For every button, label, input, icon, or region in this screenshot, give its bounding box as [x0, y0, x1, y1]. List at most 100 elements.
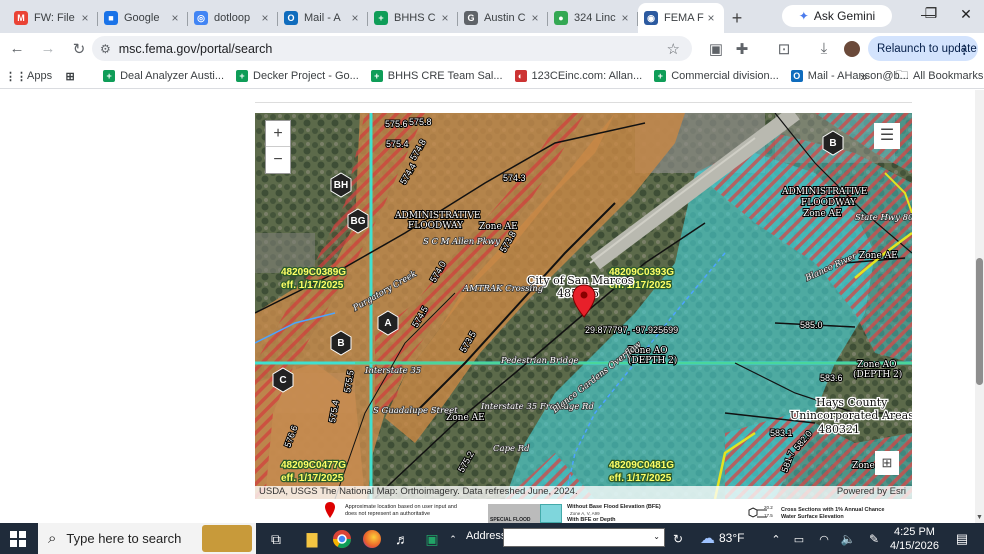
county-number: 480321 [818, 423, 860, 436]
google-sheets-icon: + [374, 11, 388, 25]
bookmark-2[interactable]: + Deal Analyzer Austi... [97, 70, 230, 82]
volume-icon[interactable]: 🔈 [836, 527, 860, 551]
bookmarks-overflow-icon[interactable]: » [860, 69, 867, 84]
floodway-label-east: FLOODWAY [801, 198, 857, 208]
bfe-label: 585.0 [800, 320, 823, 330]
address-go-icon[interactable]: ↻ [666, 527, 690, 551]
scrollbar-thumb[interactable] [976, 258, 983, 385]
page-scrollbar[interactable]: ▼ [975, 90, 984, 523]
address-toolbar-label: Address [466, 530, 507, 542]
zoom-out-button[interactable]: − [266, 147, 290, 173]
tab-title: Austin C [484, 12, 526, 24]
tab-4[interactable]: + BHHS C × [368, 3, 458, 33]
profile-avatar[interactable] [840, 37, 864, 61]
excel-icon[interactable]: ▣ [420, 527, 444, 551]
app-icon[interactable]: ♬ [390, 527, 414, 551]
scroll-down-icon[interactable]: ▼ [976, 514, 983, 521]
close-tab-icon[interactable]: × [528, 11, 542, 25]
show-hidden-icons[interactable]: ⌃ [764, 527, 788, 551]
bfe-label: 575.8 [409, 117, 432, 127]
admin-floodway-label-east: ADMINISTRATIVE [781, 187, 868, 197]
panel-eff-0481g: eff. 1/17/2025 [609, 473, 672, 484]
road-label-amtrak: AMTRAK Crossing [462, 284, 544, 294]
bookmark-1[interactable]: ⊞ [58, 70, 87, 83]
bookmark-4[interactable]: + BHHS CRE Team Sal... [365, 70, 509, 82]
more-menu-icon[interactable]: ⋮ [959, 42, 971, 56]
url-text: msc.fema.gov/portal/search [118, 41, 273, 56]
tab-5[interactable]: G Austin C × [458, 3, 548, 33]
tab-0[interactable]: M FW: File × [8, 3, 98, 33]
ask-gemini-button[interactable]: ✦ Ask Gemini [782, 5, 892, 27]
back-button[interactable]: ← [5, 37, 29, 61]
notification-icon[interactable]: ▤ [950, 527, 974, 551]
relaunch-button[interactable]: Relaunch to update ⋮ [868, 36, 978, 61]
taskbar-clock[interactable]: 4:25 PM 4/15/2026 [890, 525, 939, 553]
close-tab-icon[interactable]: × [348, 11, 362, 25]
weather-widget[interactable]: ☁ 83°F [700, 529, 744, 547]
forward-button[interactable]: → [36, 37, 60, 61]
bookmark-star-icon[interactable]: ☆ [667, 40, 680, 58]
tab-7[interactable]: ◉ FEMA Fl × [638, 3, 724, 33]
address-bar[interactable]: ⚙ msc.fema.gov/portal/search ☆ [92, 36, 692, 61]
close-window-button[interactable]: ✕ [946, 6, 984, 26]
file-explorer-icon[interactable]: ▇ [300, 527, 324, 551]
bookmark-6[interactable]: + Commercial division... [648, 70, 785, 82]
all-bookmarks-label: All Bookmarks [913, 70, 984, 82]
tab-3[interactable]: O Mail - A × [278, 3, 368, 33]
close-tab-icon[interactable]: × [438, 11, 452, 25]
zone-ae-label-far-east: Zone AE [859, 251, 898, 261]
zoom-in-button[interactable]: + [266, 121, 290, 147]
tab-1[interactable]: ■ Google × [98, 3, 188, 33]
close-tab-icon[interactable]: × [258, 11, 272, 25]
new-tab-button[interactable]: + [724, 3, 750, 33]
cast-icon[interactable]: ▣ [704, 37, 728, 61]
legend-zone-a-text: Zone A, V, A99 [570, 511, 600, 516]
powered-by-esri[interactable]: Powered by Esri [837, 486, 912, 499]
pin-legend-icon [325, 502, 335, 518]
taskbar-search-box[interactable]: ⌕ Type here to search [38, 523, 256, 554]
bookmark-5[interactable]: ◐ 123CEinc.com: Allan... [509, 70, 649, 82]
temperature-text: 83°F [719, 531, 745, 545]
tab-title: Mail - A [304, 12, 341, 24]
bfe-label: 575.4 [386, 139, 409, 149]
basemap-gallery-icon[interactable]: ⊞ [875, 451, 899, 475]
ce-icon: ◐ [514, 70, 527, 82]
close-tab-icon[interactable]: × [168, 11, 182, 25]
battery-icon[interactable]: ▭ [787, 527, 811, 551]
weather-icon: ☁ [700, 530, 715, 547]
extensions-icon[interactable]: ✚ [730, 37, 754, 61]
layer-list-icon[interactable]: ☰ [874, 123, 900, 149]
close-tab-icon[interactable]: × [618, 11, 632, 25]
bookmark-0[interactable]: ⋮⋮ Apps [4, 70, 58, 83]
taskbar-search-placeholder: Type here to search [66, 531, 182, 546]
address-dropdown-icon[interactable]: ⌄ [653, 532, 660, 541]
tab-6[interactable]: ● 324 Linc × [548, 3, 638, 33]
zone-ao-depth-east: (DEPTH 2) [853, 369, 902, 380]
task-view-icon[interactable]: ⧉ [264, 527, 288, 551]
firefox-icon[interactable] [360, 527, 384, 551]
address-toolbar-input[interactable]: ⌄ [503, 528, 665, 547]
windows-start-icon[interactable] [6, 527, 30, 551]
site-info-icon[interactable]: ⚙ [100, 42, 111, 56]
legend-location-text: Approximate location based on user input… [345, 504, 457, 517]
screen-search-icon[interactable]: ⊡ [772, 37, 796, 61]
chrome-icon[interactable] [330, 527, 354, 551]
tab-2[interactable]: ◎ dotloop × [188, 3, 278, 33]
taskbar-scroll-icon[interactable]: ⌃ [447, 527, 459, 551]
bookmark-label: Apps [27, 70, 53, 82]
downloads-icon[interactable]: ⤓ [812, 37, 836, 61]
flood-map[interactable]: BH BG B C A B 48209C0389G eff. 1/17/2025… [255, 113, 912, 499]
bookmark-3[interactable]: + Decker Project - Go... [230, 70, 365, 82]
gemini-icon: ✦ [798, 9, 809, 23]
pen-icon[interactable]: ✎ [862, 527, 886, 551]
tab-title: FEMA Fl [664, 12, 704, 24]
legend-xs-number: 20.2 [764, 505, 773, 510]
close-tab-icon[interactable]: × [704, 11, 718, 25]
tab-title: dotloop [214, 12, 251, 24]
close-tab-icon[interactable]: × [78, 11, 92, 25]
all-bookmarks-button[interactable]: 🗀 All Bookmarks [890, 66, 984, 87]
reload-button[interactable]: ↻ [67, 37, 91, 61]
wifi-icon[interactable]: ◠ [812, 527, 836, 551]
bookmark-label: Deal Analyzer Austi... [120, 70, 225, 82]
folder-icon: 🗀 [896, 67, 909, 82]
